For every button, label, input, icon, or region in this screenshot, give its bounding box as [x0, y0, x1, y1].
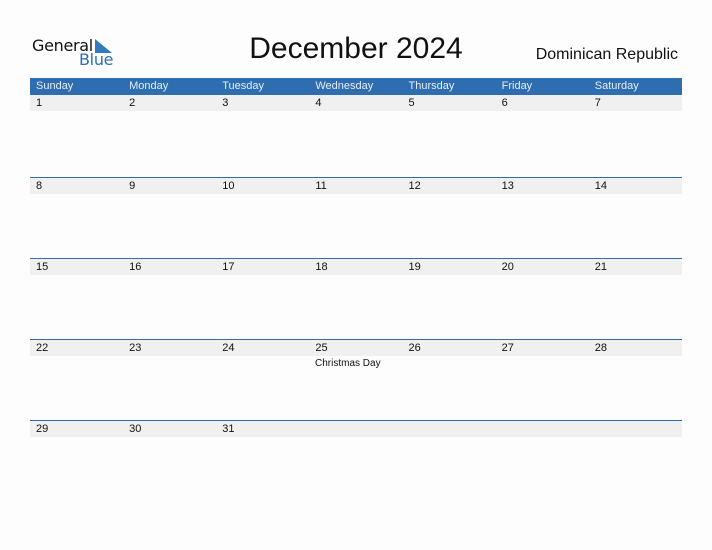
day-cell	[496, 421, 589, 437]
day-cell: 12	[408, 180, 421, 192]
day-cell: 7	[594, 97, 601, 109]
country-label: Dominican Republic	[535, 46, 678, 63]
day-cell: 23	[129, 342, 142, 354]
day-cell: 9	[129, 180, 136, 192]
day-cell: 30	[129, 423, 142, 435]
week-row-2: 8 9 10 11 12 13 14	[30, 177, 682, 258]
day-cell: 26	[408, 342, 421, 354]
day-cell: 25	[315, 342, 328, 354]
day-cell: 29	[36, 423, 49, 435]
day-cell: 19	[408, 261, 421, 273]
day-cell: 16	[129, 261, 142, 273]
holiday-christmas-day: Christmas Day	[315, 358, 381, 369]
week-row-5: 29 30 31	[30, 420, 682, 501]
week-row-4: 22 23 24 25 26 27 28 Christmas Day	[30, 339, 682, 420]
day-cell: 4	[315, 97, 322, 109]
day-cell: 8	[36, 180, 43, 192]
week-row-3: 15 16 17 18 19 20 21	[30, 258, 682, 339]
day-cell: 22	[36, 342, 49, 354]
week-row-1: 1 2 3 4 5 6 7	[30, 95, 682, 176]
day-cell: 31	[222, 423, 235, 435]
day-cell: 11	[315, 180, 327, 192]
day-cell	[403, 421, 496, 437]
day-cell: 20	[501, 261, 514, 273]
day-cell: 28	[594, 342, 607, 354]
day-cell: 6	[501, 97, 508, 109]
weekday-monday: Monday	[129, 80, 169, 92]
weekday-tuesday: Tuesday	[222, 80, 265, 92]
weekday-sunday: Sunday	[36, 80, 74, 92]
day-cell: 1	[36, 97, 43, 109]
day-cell: 17	[222, 261, 235, 273]
month-year-label: December 2024	[249, 32, 463, 65]
day-cell: 5	[408, 97, 415, 109]
weekday-saturday: Saturday	[594, 80, 639, 92]
day-cell: 14	[594, 180, 607, 192]
calendar-grid: Sunday Monday Tuesday Wednesday Thursday…	[30, 78, 682, 437]
day-cell: 10	[222, 180, 235, 192]
weekday-wednesday: Wednesday	[315, 80, 374, 92]
day-cell: 13	[501, 180, 514, 192]
day-cell: 21	[594, 261, 607, 273]
day-cell: 27	[501, 342, 514, 354]
day-cell	[309, 421, 402, 437]
weekday-friday: Friday	[501, 80, 533, 92]
weekday-header: Sunday Monday Tuesday Wednesday Thursday…	[30, 78, 682, 95]
day-cell: 18	[315, 261, 328, 273]
day-cell: 24	[222, 342, 235, 354]
day-cell	[589, 421, 682, 437]
day-cell: 3	[222, 97, 229, 109]
day-cell: 15	[36, 261, 49, 273]
weekday-thursday: Thursday	[408, 80, 455, 92]
day-cell: 2	[129, 97, 136, 109]
